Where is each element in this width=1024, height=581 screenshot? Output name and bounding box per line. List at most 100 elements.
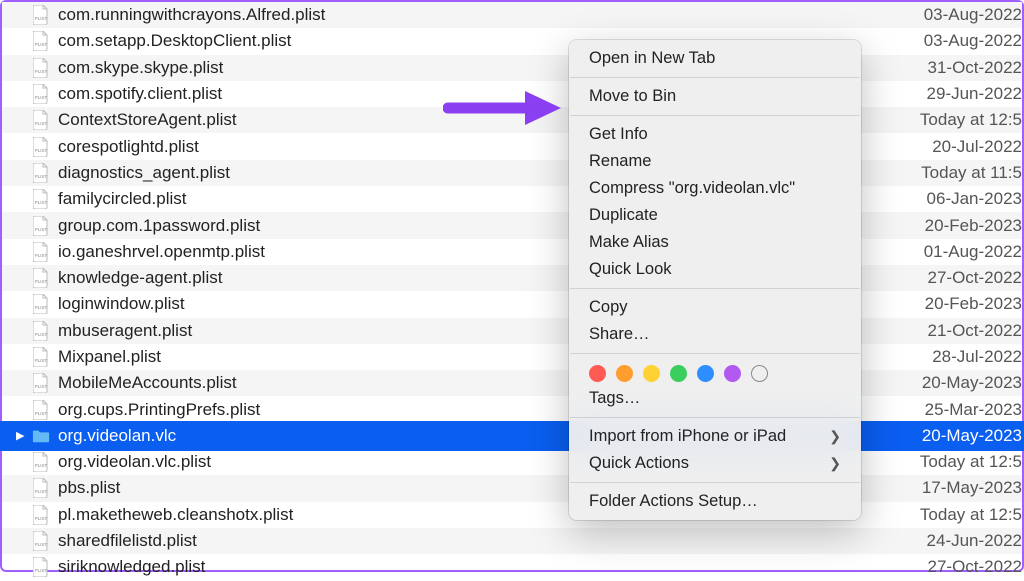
plist-file-icon: PLIST	[32, 452, 50, 472]
menu-label: Quick Look	[589, 260, 672, 279]
file-row[interactable]: PLISTgroup.com.1password.plist20-Feb-202…	[2, 212, 1022, 238]
svg-text:PLIST: PLIST	[35, 332, 48, 337]
file-row[interactable]: PLISTloginwindow.plist20-Feb-2023	[2, 291, 1022, 317]
file-date: 20-Jul-2022	[882, 137, 1022, 157]
svg-text:PLIST: PLIST	[35, 463, 48, 468]
menu-label: Copy	[589, 298, 628, 317]
menu-move-to-bin[interactable]: Move to Bin	[569, 83, 861, 110]
file-name: com.runningwithcrayons.Alfred.plist	[58, 5, 882, 25]
file-date: 20-Feb-2023	[882, 216, 1022, 236]
menu-get-info[interactable]: Get Info	[569, 121, 861, 148]
file-row[interactable]: PLISTcom.skype.skype.plist31-Oct-2022	[2, 55, 1022, 81]
tag-color-dot[interactable]	[616, 365, 633, 382]
file-date: 17-May-2023	[882, 478, 1022, 498]
menu-rename[interactable]: Rename	[569, 148, 861, 175]
file-date: Today at 11:5	[882, 163, 1022, 183]
plist-file-icon: PLIST	[32, 268, 50, 288]
tag-color-dot[interactable]	[697, 365, 714, 382]
file-row[interactable]: PLISTsharedfilelistd.plist24-Jun-2022	[2, 528, 1022, 554]
menu-quick-actions[interactable]: Quick Actions❯	[569, 450, 861, 477]
menu-label: Folder Actions Setup…	[589, 492, 758, 511]
tag-color-none[interactable]	[751, 365, 768, 382]
file-row[interactable]: PLISTcorespotlightd.plist20-Jul-2022	[2, 133, 1022, 159]
menu-quick-look[interactable]: Quick Look	[569, 256, 861, 283]
file-row[interactable]: PLISTMobileMeAccounts.plist20-May-2023	[2, 370, 1022, 396]
menu-share[interactable]: Share…	[569, 321, 861, 348]
file-date: 29-Jun-2022	[882, 84, 1022, 104]
plist-file-icon: PLIST	[32, 216, 50, 236]
plist-file-icon: PLIST	[32, 400, 50, 420]
menu-duplicate[interactable]: Duplicate	[569, 202, 861, 229]
file-date: Today at 12:5	[882, 505, 1022, 525]
menu-open-new-tab[interactable]: Open in New Tab	[569, 45, 861, 72]
file-row[interactable]: PLISTorg.videolan.vlc.plistToday at 12:5	[2, 449, 1022, 475]
tag-color-row	[569, 359, 861, 385]
file-date: 06-Jan-2023	[882, 189, 1022, 209]
file-row[interactable]: PLISTknowledge-agent.plist27-Oct-2022	[2, 265, 1022, 291]
menu-separator	[570, 482, 860, 483]
svg-text:PLIST: PLIST	[35, 227, 48, 232]
plist-file-icon: PLIST	[32, 5, 50, 25]
file-row[interactable]: PLISTpl.maketheweb.cleanshotx.plistToday…	[2, 502, 1022, 528]
svg-text:PLIST: PLIST	[35, 568, 48, 573]
menu-make-alias[interactable]: Make Alias	[569, 229, 861, 256]
context-menu: Open in New Tab Move to Bin Get Info Ren…	[569, 40, 861, 520]
tag-color-dot[interactable]	[724, 365, 741, 382]
tag-color-dot[interactable]	[589, 365, 606, 382]
file-date: 27-Oct-2022	[882, 557, 1022, 577]
svg-text:PLIST: PLIST	[35, 489, 48, 494]
file-date: 31-Oct-2022	[882, 58, 1022, 78]
file-row[interactable]: PLISTmbuseragent.plist21-Oct-2022	[2, 318, 1022, 344]
svg-text:PLIST: PLIST	[35, 121, 48, 126]
file-date: 28-Jul-2022	[882, 347, 1022, 367]
plist-file-icon: PLIST	[32, 84, 50, 104]
svg-text:PLIST: PLIST	[35, 542, 48, 547]
menu-separator	[570, 115, 860, 116]
menu-separator	[570, 417, 860, 418]
file-row[interactable]: PLISTcom.setapp.DesktopClient.plist03-Au…	[2, 28, 1022, 54]
file-row[interactable]: PLISTcom.spotify.client.plist29-Jun-2022	[2, 81, 1022, 107]
menu-folder-actions[interactable]: Folder Actions Setup…	[569, 488, 861, 515]
chevron-right-icon: ❯	[829, 428, 841, 445]
file-date: Today at 12:5	[882, 110, 1022, 130]
svg-text:PLIST: PLIST	[35, 516, 48, 521]
file-row[interactable]: PLIST com.runningwithcrayons.Alfred.plist…	[2, 2, 1022, 28]
file-date: 21-Oct-2022	[882, 321, 1022, 341]
menu-label: Quick Actions	[589, 454, 689, 473]
menu-separator	[570, 77, 860, 78]
menu-label: Compress "org.videolan.vlc"	[589, 179, 795, 198]
file-row[interactable]: PLISTdiagnostics_agent.plistToday at 11:…	[2, 160, 1022, 186]
menu-copy[interactable]: Copy	[569, 294, 861, 321]
svg-text:PLIST: PLIST	[35, 95, 48, 100]
file-row[interactable]: PLISTorg.cups.PrintingPrefs.plist25-Mar-…	[2, 396, 1022, 422]
svg-text:PLIST: PLIST	[35, 200, 48, 205]
tag-color-dot[interactable]	[670, 365, 687, 382]
file-date: 20-May-2023	[882, 426, 1022, 446]
file-row[interactable]: PLISTContextStoreAgent.plistToday at 12:…	[2, 107, 1022, 133]
plist-file-icon: PLIST	[32, 321, 50, 341]
file-row[interactable]: PLISTpbs.plist17-May-2023	[2, 475, 1022, 501]
file-row[interactable]: PLISTMixpanel.plist28-Jul-2022	[2, 344, 1022, 370]
menu-import[interactable]: Import from iPhone or iPad❯	[569, 423, 861, 450]
menu-label: Duplicate	[589, 206, 658, 225]
tag-color-dot[interactable]	[643, 365, 660, 382]
file-list: PLIST com.runningwithcrayons.Alfred.plist…	[2, 2, 1022, 581]
svg-text:PLIST: PLIST	[35, 69, 48, 74]
file-row[interactable]: PLISTio.ganeshrvel.openmtp.plist01-Aug-2…	[2, 239, 1022, 265]
file-row[interactable]: PLISTfamilycircled.plist06-Jan-2023	[2, 186, 1022, 212]
file-date: 25-Mar-2023	[882, 400, 1022, 420]
menu-compress[interactable]: Compress "org.videolan.vlc"	[569, 175, 861, 202]
menu-label: Move to Bin	[589, 87, 676, 106]
disclosure-triangle-icon[interactable]: ▶	[16, 429, 24, 442]
svg-text:PLIST: PLIST	[35, 384, 48, 389]
menu-label: Make Alias	[589, 233, 669, 252]
file-date: 27-Oct-2022	[882, 268, 1022, 288]
menu-label: Tags…	[589, 389, 640, 408]
plist-file-icon: PLIST	[32, 242, 50, 262]
menu-label: Open in New Tab	[589, 49, 715, 68]
menu-tags[interactable]: Tags…	[569, 385, 861, 412]
file-row[interactable]: ▶org.videolan.vlc20-May-2023	[2, 423, 1022, 449]
plist-file-icon: PLIST	[32, 294, 50, 314]
file-date: 20-May-2023	[882, 373, 1022, 393]
file-row[interactable]: PLISTsiriknowledged.plist27-Oct-2022	[2, 554, 1022, 580]
